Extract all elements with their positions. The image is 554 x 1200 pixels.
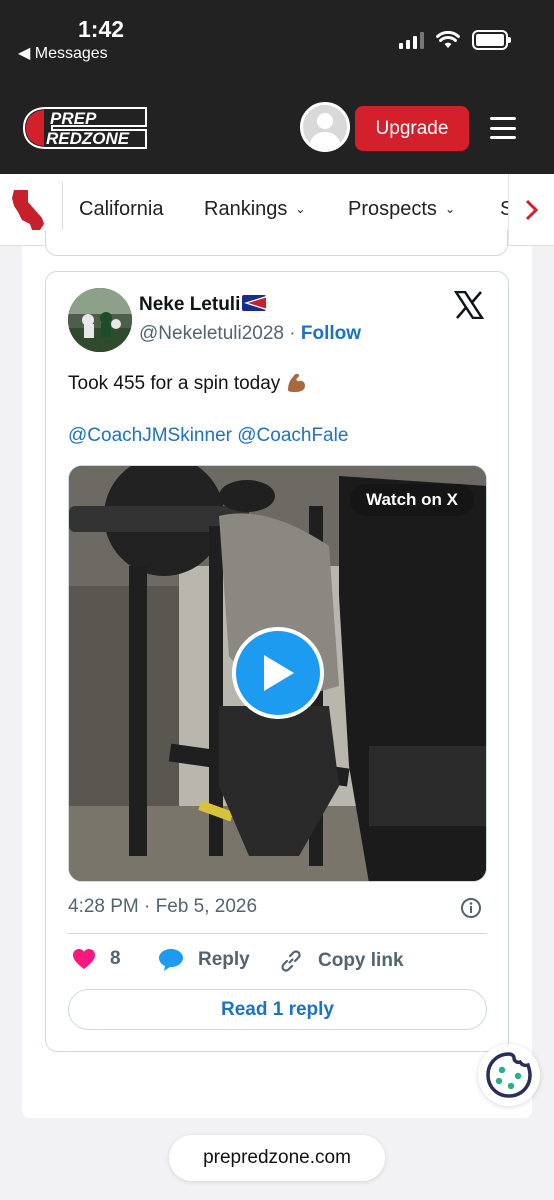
logo-text-top: PREP: [50, 109, 97, 128]
tweet-divider: [68, 933, 487, 934]
like-count: 8: [110, 948, 121, 969]
cookie-icon: [486, 1052, 532, 1098]
nav-item-rankings-label: Rankings: [204, 198, 288, 220]
nav-item-prospects-label: Prospects: [348, 198, 437, 220]
site-header: PREP REDZONE Upgrade: [0, 82, 554, 174]
read-reply-button[interactable]: Read 1 reply: [68, 989, 487, 1030]
wifi-icon: [436, 31, 460, 48]
cookie-settings-button[interactable]: [478, 1044, 540, 1106]
status-bar: 1:42 ◀ Messages: [0, 0, 554, 82]
tweet-author-name[interactable]: Neke Letuli: [139, 294, 267, 316]
hamburger-menu-icon[interactable]: [490, 117, 516, 139]
like-button[interactable]: 8: [72, 948, 121, 970]
tweet-actions: 8 Reply Copy link: [68, 948, 488, 978]
tweet-author-avatar[interactable]: [68, 288, 132, 352]
tweet-embed[interactable]: Neke Letuli @Nekeletuli2028 · Follow Too…: [45, 271, 509, 1052]
copy-link-button[interactable]: Copy link: [278, 948, 404, 974]
tweet-author-name-text: Neke Letuli: [139, 294, 241, 315]
tweet-author-handle-row: @Nekeletuli2028 · Follow: [139, 323, 361, 345]
x-logo-icon[interactable]: [454, 291, 484, 319]
info-icon[interactable]: [460, 897, 482, 919]
browser-url-pill[interactable]: prepredzone.com: [169, 1135, 385, 1181]
flexed-biceps-emoji-icon: [288, 373, 306, 392]
chevron-down-icon: ⌄: [444, 202, 455, 216]
link-icon: [281, 950, 301, 972]
heart-icon: [73, 949, 95, 969]
chevron-right-icon: [525, 199, 538, 221]
prep-redzone-logo[interactable]: PREP REDZONE: [22, 106, 148, 150]
battery-icon: [472, 30, 511, 50]
reply-bubble-icon: [159, 949, 183, 971]
nav-state-label[interactable]: California: [79, 198, 163, 221]
status-time: 1:42: [78, 16, 125, 42]
logo-text-bottom: REDZONE: [46, 129, 130, 148]
status-icons: [399, 30, 511, 50]
signal-icon: [399, 31, 424, 49]
back-to-messages-link[interactable]: ◀ Messages: [18, 43, 108, 63]
nav-scroll-right-button[interactable]: [508, 174, 554, 245]
nav-item-prospects[interactable]: Prospects ⌄: [348, 198, 455, 221]
copy-link-label: Copy link: [318, 950, 404, 971]
follow-link[interactable]: Follow: [301, 323, 361, 344]
upgrade-button[interactable]: Upgrade: [355, 106, 469, 151]
reply-label: Reply: [198, 949, 250, 970]
tweet-text: Took 455 for a spin today: [68, 370, 308, 395]
tweet-timestamp[interactable]: 4:28 PM · Feb 5, 2026: [68, 896, 257, 918]
handle-separator: ·: [284, 323, 301, 344]
tweet-text-body: Took 455 for a spin today: [68, 373, 281, 394]
tweet-author-handle[interactable]: @Nekeletuli2028: [139, 323, 284, 344]
california-map-icon[interactable]: [10, 188, 50, 232]
tweet-mentions[interactable]: @CoachJMSkinner @CoachFale: [68, 425, 348, 447]
watch-on-x-button[interactable]: Watch on X: [350, 484, 474, 516]
nav-item-rankings[interactable]: Rankings ⌄: [204, 198, 305, 221]
play-icon[interactable]: [232, 627, 324, 719]
previous-embed-edge: [45, 230, 508, 256]
american-samoa-flag-icon: [242, 295, 267, 311]
tweet-video[interactable]: Watch on X: [68, 465, 487, 882]
user-avatar[interactable]: [300, 102, 350, 152]
reply-button[interactable]: Reply: [158, 948, 250, 972]
chevron-down-icon: ⌄: [295, 202, 306, 216]
